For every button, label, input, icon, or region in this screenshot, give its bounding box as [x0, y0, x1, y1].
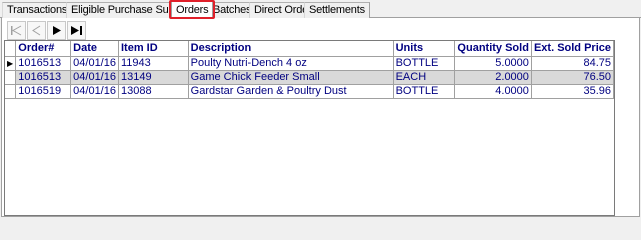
column-header-order[interactable]: Order# — [15, 41, 72, 57]
column-header-ext-sold-price[interactable]: Ext. Sold Price — [531, 41, 615, 57]
tab-transactions[interactable]: Transactions — [2, 2, 73, 18]
row-selector[interactable] — [5, 84, 17, 99]
column-header-units[interactable]: Units — [393, 41, 456, 57]
row-selector[interactable] — [5, 70, 17, 85]
cell-ext-sold-price: 84.75 — [531, 56, 615, 71]
column-header-date[interactable]: Date — [70, 41, 119, 57]
first-record-button[interactable] — [7, 21, 26, 40]
orders-panel: Order# Date Item ID Description Units Qu… — [1, 18, 640, 217]
tab-label: Batches — [213, 4, 252, 16]
last-record-button[interactable] — [67, 21, 86, 40]
row-selector-header — [5, 41, 17, 57]
cell-units: EACH — [393, 70, 456, 85]
cell-quantity-sold: 4.0000 — [454, 84, 532, 99]
tab-settlements[interactable]: Settlements — [304, 2, 370, 18]
cell-quantity-sold: 5.0000 — [454, 56, 532, 71]
cell-order: 1016513 — [15, 56, 72, 71]
tab-label: Settlements — [309, 4, 365, 16]
cell-description: Poulty Nutri-Dench 4 oz — [188, 56, 394, 71]
column-header-quantity-sold[interactable]: Quantity Sold — [454, 41, 532, 57]
cell-date: 04/01/16 — [70, 56, 119, 71]
cell-date: 04/01/16 — [70, 70, 119, 85]
header-row: Order# Date Item ID Description Units Qu… — [5, 41, 615, 57]
cell-order: 1016519 — [15, 84, 72, 99]
cell-order: 1016513 — [15, 70, 72, 85]
next-record-button[interactable] — [47, 21, 66, 40]
cell-units: BOTTLE — [393, 84, 456, 99]
orders-grid[interactable]: Order# Date Item ID Description Units Qu… — [4, 40, 615, 216]
tab-strip: Transactions Eligible Purchase Summaries… — [0, 0, 641, 19]
last-record-icon — [71, 26, 82, 35]
column-header-description[interactable]: Description — [188, 41, 394, 57]
cell-units: BOTTLE — [393, 56, 456, 71]
previous-record-button[interactable] — [27, 21, 46, 40]
cell-description: Game Chick Feeder Small — [188, 70, 394, 85]
column-header-item-id[interactable]: Item ID — [118, 41, 189, 57]
orders-table: Order# Date Item ID Description Units Qu… — [5, 41, 615, 99]
previous-record-icon — [32, 25, 41, 36]
cell-date: 04/01/16 — [70, 84, 119, 99]
record-navigator — [7, 21, 87, 42]
table-row[interactable]: ▶ 1016513 04/01/16 11943 Poulty Nutri-De… — [5, 56, 615, 71]
cell-item-id: 13149 — [118, 70, 189, 85]
cell-ext-sold-price: 76.50 — [531, 70, 615, 85]
current-row-indicator: ▶ — [5, 56, 17, 71]
table-row[interactable]: 1016519 04/01/16 13088 Gardstar Garden &… — [5, 84, 615, 99]
tab-orders[interactable]: Orders — [169, 0, 216, 19]
cell-ext-sold-price: 35.96 — [531, 84, 615, 99]
table-row[interactable]: 1016513 04/01/16 13149 Game Chick Feeder… — [5, 70, 615, 85]
cell-description: Gardstar Garden & Poultry Dust — [188, 84, 394, 99]
tab-highlight — [169, 0, 216, 19]
tab-label: Transactions — [7, 4, 68, 16]
first-record-icon — [11, 25, 22, 36]
cell-item-id: 13088 — [118, 84, 189, 99]
next-record-icon — [53, 26, 61, 35]
cell-item-id: 11943 — [118, 56, 189, 71]
cell-quantity-sold: 2.0000 — [454, 70, 532, 85]
